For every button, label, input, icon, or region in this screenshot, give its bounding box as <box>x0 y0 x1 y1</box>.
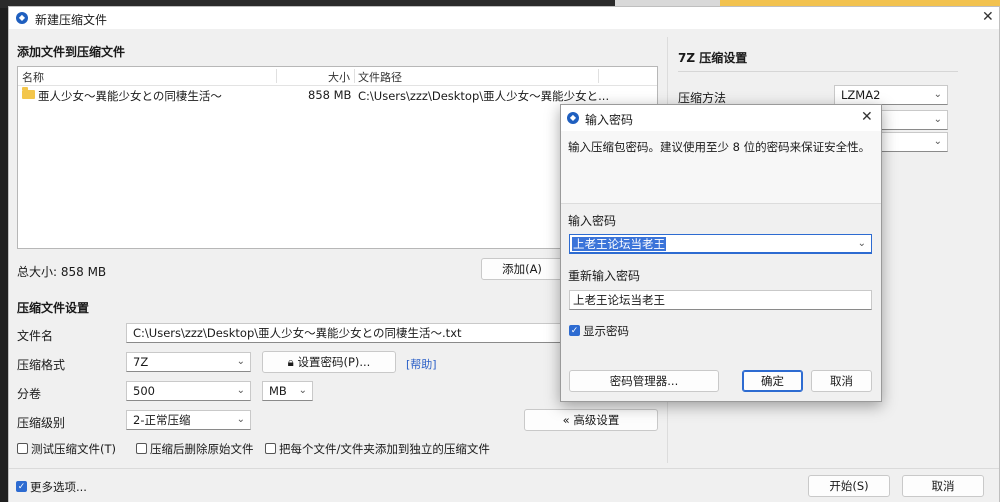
file-size: 858 MB <box>308 88 352 102</box>
app-icon: ◆ <box>16 12 28 24</box>
password-dialog-description-area: 输入压缩包密码。建议使用至少 8 位的密码来保证安全性。 <box>561 131 881 204</box>
column-header-path[interactable]: 文件路径 <box>358 69 402 85</box>
archive-settings-title: 压缩文件设置 <box>17 301 90 315</box>
show-password-checkbox[interactable]: ✓ <box>569 325 580 336</box>
volume-size-value: 500 <box>133 384 155 398</box>
chevron-down-icon: ⌄ <box>857 238 866 249</box>
help-link[interactable]: [帮助] <box>406 356 437 372</box>
file-list-row[interactable]: 亜人少女～異能少女との同棲生活～ 858 MB C:\Users\zzz\Des… <box>18 86 657 104</box>
compression-settings-title: 7Z 压缩设置 <box>678 51 748 65</box>
close-icon[interactable]: ✕ <box>982 9 994 25</box>
divider <box>678 71 958 72</box>
chevron-down-icon: ⌄ <box>933 114 942 125</box>
column-separator <box>276 69 277 83</box>
chevron-down-icon: ⌄ <box>236 356 245 367</box>
separate-archives-label: 把每个文件/文件夹添加到独立的压缩文件 <box>279 442 490 456</box>
method-select[interactable]: LZMA2 ⌄ <box>834 85 948 105</box>
column-separator <box>598 69 599 83</box>
password-dialog: ◆ 输入密码 ✕ 输入压缩包密码。建议使用至少 8 位的密码来保证安全性。 输入… <box>560 104 882 402</box>
reenter-password-label: 重新输入密码 <box>568 269 641 283</box>
start-button[interactable]: 开始(S) <box>808 475 890 497</box>
chevron-down-icon: ⌄ <box>236 385 245 396</box>
separate-archives-checkbox[interactable] <box>265 443 276 454</box>
more-options-checkbox[interactable]: ✓ <box>16 481 27 492</box>
password-dialog-title: 输入密码 <box>585 113 634 127</box>
window-titlebar: ◆ 新建压缩文件 ✕ <box>9 7 999 29</box>
folder-icon <box>22 87 35 99</box>
add-files-section-title: 添加文件到压缩文件 <box>17 45 126 59</box>
advanced-settings-button[interactable]: « 高级设置 <box>524 409 658 431</box>
column-separator <box>354 69 355 83</box>
volume-size-select[interactable]: 500 ⌄ <box>126 381 251 401</box>
window-title: 新建压缩文件 <box>35 13 108 27</box>
test-archive-label: 测试压缩文件(T) <box>31 442 116 456</box>
file-name: 亜人少女～異能少女との同棲生活～ <box>38 89 222 103</box>
column-header-name[interactable]: 名称 <box>22 69 44 85</box>
total-size: 总大小: 858 MB <box>17 265 107 279</box>
level-value: 2-正常压缩 <box>133 413 191 427</box>
chevron-down-icon: ⌄ <box>933 136 942 147</box>
show-password-label: 显示密码 <box>583 324 629 338</box>
file-path: C:\Users\zzz\Desktop\亜人少女～異能少女と... <box>358 89 610 103</box>
password-manager-button[interactable]: 密码管理器... <box>569 370 719 392</box>
format-select-value: 7Z <box>133 355 149 369</box>
level-label: 压缩级别 <box>17 416 66 430</box>
password-dialog-description: 输入压缩包密码。建议使用至少 8 位的密码来保证安全性。 <box>568 140 871 154</box>
volume-unit-select[interactable]: MB ⌄ <box>262 381 313 401</box>
delete-after-checkbox[interactable] <box>136 443 147 454</box>
column-header-size[interactable]: 大小 <box>328 69 350 85</box>
volume-unit-value: MB <box>269 384 287 398</box>
chevron-down-icon: ⌄ <box>298 385 307 396</box>
password-dialog-titlebar: ◆ 输入密码 ✕ <box>561 105 881 131</box>
format-select[interactable]: 7Z ⌄ <box>126 352 251 372</box>
test-archive-checkbox[interactable] <box>17 443 28 454</box>
password-label: 输入密码 <box>568 214 617 228</box>
filename-label: 文件名 <box>17 329 54 343</box>
dialog-cancel-button[interactable]: 取消 <box>811 370 872 392</box>
more-options-label[interactable]: 更多选项... <box>30 479 87 495</box>
set-password-label: 设置密码(P)... <box>297 355 371 369</box>
chevron-down-icon: ⌄ <box>236 414 245 425</box>
app-icon: ◆ <box>567 112 579 124</box>
cancel-button[interactable]: 取消 <box>902 475 984 497</box>
reenter-password-input[interactable]: 上老王论坛当老王 <box>569 290 872 310</box>
ok-button[interactable]: 确定 <box>742 370 803 392</box>
delete-after-label: 压缩后删除原始文件 <box>150 442 254 456</box>
lock-icon: 🔒︎ <box>287 355 294 369</box>
window-footer: ✓ 更多选项... 开始(S) 取消 <box>9 468 999 502</box>
filename-input[interactable]: C:\Users\zzz\Desktop\亜人少女～異能少女との同棲生活～.tx… <box>126 323 566 343</box>
password-input[interactable]: 上老王论坛当老王 ⌄ <box>569 234 872 254</box>
password-input-value: 上老王论坛当老王 <box>572 237 666 251</box>
volume-label: 分卷 <box>17 387 42 401</box>
method-value: LZMA2 <box>841 88 881 102</box>
set-password-button[interactable]: 🔒︎ 设置密码(P)... <box>262 351 396 373</box>
format-label: 压缩格式 <box>17 358 66 372</box>
chevron-down-icon: ⌄ <box>933 89 942 100</box>
level-select[interactable]: 2-正常压缩 ⌄ <box>126 410 251 430</box>
close-icon[interactable]: ✕ <box>861 109 873 125</box>
file-list-header: 名称 大小 文件路径 <box>18 67 657 86</box>
add-button[interactable]: 添加(A) <box>481 258 563 280</box>
